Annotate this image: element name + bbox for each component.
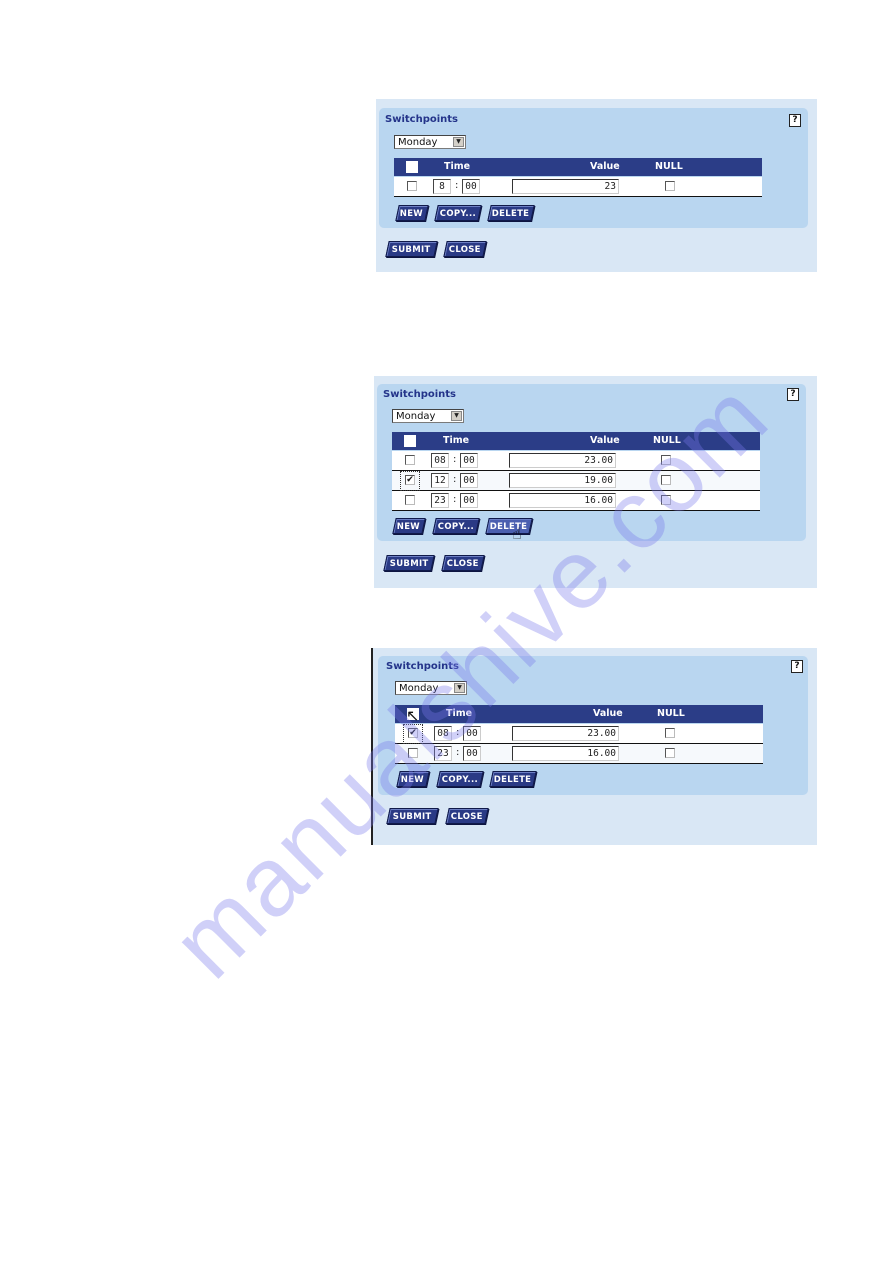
copy-button[interactable]: COPY...: [434, 205, 482, 221]
null-checkbox[interactable]: [661, 475, 671, 485]
copy-button[interactable]: COPY...: [436, 771, 484, 787]
dropdown-arrow-icon[interactable]: ▼: [451, 411, 462, 421]
value-field[interactable]: 16.00: [509, 493, 616, 508]
table-header: Time Value NULL: [395, 705, 763, 723]
new-button[interactable]: NEW: [395, 205, 429, 221]
close-button[interactable]: CLOSE: [441, 555, 485, 571]
time-separator: :: [453, 494, 457, 505]
table-row: ✔ 08 : 00 23.00: [395, 724, 763, 744]
value-field[interactable]: 23.00: [509, 453, 616, 468]
submit-button[interactable]: SUBMIT: [385, 241, 438, 257]
hour-field[interactable]: 8: [433, 179, 451, 194]
column-null: NULL: [655, 161, 683, 172]
column-null: NULL: [657, 708, 685, 719]
hand-cursor-icon: ☝: [512, 524, 522, 543]
panel-title: Switchpoints: [386, 661, 460, 672]
copy-button[interactable]: COPY...: [432, 518, 480, 534]
minute-field[interactable]: 00: [460, 453, 478, 468]
hour-field[interactable]: 23: [431, 493, 449, 508]
day-select[interactable]: Monday ▼: [394, 135, 466, 149]
select-all-checkbox[interactable]: [404, 435, 416, 447]
submit-button[interactable]: SUBMIT: [383, 555, 435, 571]
help-icon[interactable]: ?: [791, 660, 803, 673]
row-select-checkbox[interactable]: [405, 495, 415, 505]
table-row: 23 : 00 16.00: [395, 744, 763, 764]
time-separator: :: [456, 727, 460, 738]
row-select-checkbox[interactable]: ✔: [405, 475, 415, 485]
column-value: Value: [590, 435, 620, 446]
close-button[interactable]: CLOSE: [445, 808, 489, 824]
column-time: Time: [446, 708, 473, 719]
null-checkbox[interactable]: [661, 495, 671, 505]
null-checkbox[interactable]: [665, 181, 675, 191]
hour-field[interactable]: 08: [434, 726, 452, 741]
day-select-value: Monday: [399, 683, 439, 694]
time-separator: :: [456, 747, 460, 758]
dropdown-arrow-icon[interactable]: ▼: [454, 683, 465, 693]
switchpoints-panel-3: Switchpoints ? Monday ▼ Time Value NULL …: [371, 648, 817, 845]
row-select-checkbox[interactable]: [405, 455, 415, 465]
table-row: 23 : 00 16.00: [392, 491, 760, 511]
time-separator: :: [453, 454, 457, 465]
time-separator: :: [453, 474, 457, 485]
panel-title: Switchpoints: [383, 389, 457, 400]
table-row: ✔ 12 : 00 19.00: [392, 471, 760, 491]
null-checkbox[interactable]: [661, 455, 671, 465]
day-select[interactable]: Monday ▼: [392, 409, 464, 423]
minute-field[interactable]: 00: [462, 179, 480, 194]
table-header: Time Value NULL: [392, 432, 760, 450]
panel-title: Switchpoints: [385, 114, 459, 125]
table-row: 8 : 00 23: [394, 177, 762, 197]
switchpoints-panel-1: Switchpoints ? Monday ▼ Time Value NULL …: [376, 99, 817, 272]
null-checkbox[interactable]: [665, 728, 675, 738]
day-select-value: Monday: [396, 411, 436, 422]
minute-field[interactable]: 00: [460, 473, 478, 488]
submit-button[interactable]: SUBMIT: [386, 808, 439, 824]
arrow-cursor-icon: ↖: [406, 706, 420, 725]
close-button[interactable]: CLOSE: [443, 241, 487, 257]
new-button[interactable]: NEW: [396, 771, 430, 787]
delete-button[interactable]: DELETE: [485, 518, 533, 534]
delete-button[interactable]: DELETE: [489, 771, 537, 787]
dropdown-arrow-icon[interactable]: ▼: [453, 137, 464, 147]
minute-field[interactable]: 00: [463, 726, 481, 741]
minute-field[interactable]: 00: [463, 746, 481, 761]
table-header: Time Value NULL: [394, 158, 762, 176]
column-time: Time: [443, 435, 470, 446]
delete-button[interactable]: DELETE: [487, 205, 535, 221]
table-row: 08 : 00 23.00: [392, 451, 760, 471]
day-select[interactable]: Monday ▼: [395, 681, 467, 695]
value-field[interactable]: 19.00: [509, 473, 616, 488]
help-icon[interactable]: ?: [789, 114, 801, 127]
value-field[interactable]: 23.00: [512, 726, 619, 741]
column-null: NULL: [653, 435, 681, 446]
new-button[interactable]: NEW: [392, 518, 426, 534]
column-value: Value: [593, 708, 623, 719]
null-checkbox[interactable]: [665, 748, 675, 758]
select-all-checkbox[interactable]: [406, 161, 418, 173]
value-field[interactable]: 16.00: [512, 746, 619, 761]
switchpoints-panel-2: Switchpoints ? Monday ▼ Time Value NULL …: [374, 376, 817, 588]
minute-field[interactable]: 00: [460, 493, 478, 508]
row-select-checkbox[interactable]: [408, 748, 418, 758]
row-select-checkbox[interactable]: [407, 181, 417, 191]
row-select-checkbox[interactable]: ✔: [408, 728, 418, 738]
hour-field[interactable]: 12: [431, 473, 449, 488]
time-separator: :: [455, 180, 459, 191]
hour-field[interactable]: 08: [431, 453, 449, 468]
value-field[interactable]: 23: [512, 179, 619, 194]
column-value: Value: [590, 161, 620, 172]
hour-field[interactable]: 23: [434, 746, 452, 761]
column-time: Time: [444, 161, 471, 172]
day-select-value: Monday: [398, 137, 438, 148]
help-icon[interactable]: ?: [787, 388, 799, 401]
